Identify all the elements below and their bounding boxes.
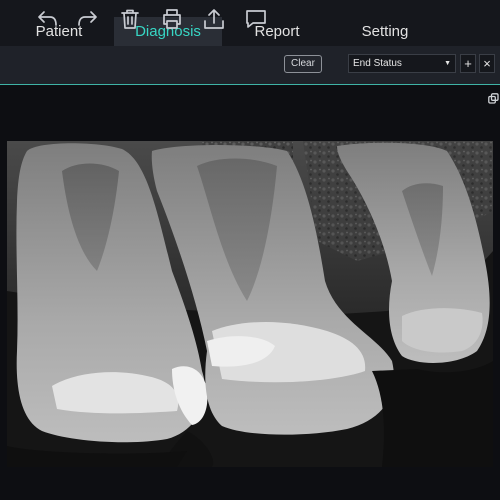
undo-icon[interactable]: [33, 5, 61, 33]
comment-icon[interactable]: [242, 5, 270, 33]
xray-image-graphic: [7, 141, 493, 467]
trash-icon[interactable]: [116, 5, 144, 33]
status-select[interactable]: End Status ▼: [348, 54, 456, 73]
print-icon[interactable]: [158, 5, 186, 33]
redo-icon[interactable]: [74, 5, 102, 33]
clear-button[interactable]: Clear: [284, 55, 322, 73]
tab-setting[interactable]: Setting: [344, 17, 426, 46]
status-select-value: End Status: [353, 58, 402, 69]
xray-image[interactable]: [7, 141, 493, 467]
remove-status-button[interactable]: ×: [479, 54, 495, 73]
chevron-down-icon: ▼: [444, 60, 451, 67]
upload-icon[interactable]: [200, 5, 228, 33]
add-status-button[interactable]: +: [460, 54, 476, 73]
restore-window-icon[interactable]: [488, 91, 499, 104]
